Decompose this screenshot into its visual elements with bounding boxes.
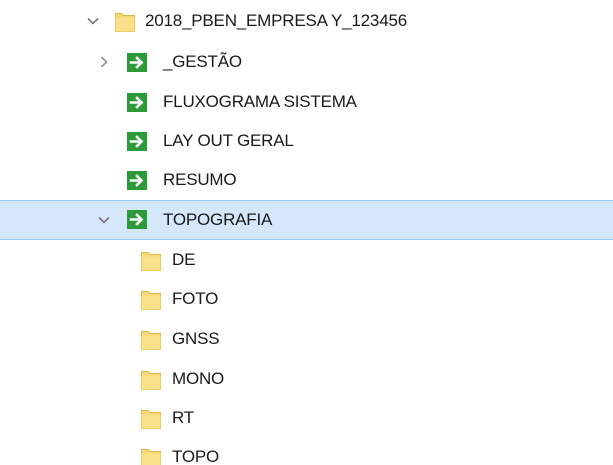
tree-item-label: RT — [172, 408, 194, 427]
tree-item-label: FLUXOGRAMA SISTEMA — [163, 92, 357, 111]
tree-item-gnss[interactable]: GNSS — [0, 320, 613, 358]
shortcut-icon — [127, 53, 147, 72]
tree-item-fluxograma-sistema[interactable]: FLUXOGRAMA SISTEMA — [0, 83, 613, 121]
tree-item-label: RESUMO — [163, 170, 237, 189]
tree-item-label: DE — [172, 250, 196, 269]
tree-item-label: LAY OUT GERAL — [163, 131, 294, 150]
tree-item-label: GNSS — [172, 329, 220, 348]
tree-item-topo[interactable]: TOPO — [0, 438, 613, 465]
shortcut-icon — [127, 93, 147, 112]
tree-item-resumo[interactable]: RESUMO — [0, 161, 613, 199]
shortcut-icon — [127, 210, 147, 229]
tree-item-label: 2018_PBEN_EMPRESA Y_123456 — [145, 11, 407, 30]
shortcut-icon — [127, 132, 147, 151]
folder-icon — [141, 369, 161, 390]
folder-icon — [115, 11, 135, 32]
folder-icon — [141, 289, 161, 310]
tree-item-label: TOPOGRAFIA — [163, 210, 273, 229]
tree-item-label: _GESTÃO — [163, 52, 242, 71]
tree-item-rt[interactable]: RT — [0, 399, 613, 437]
chevron-down-icon[interactable] — [86, 14, 100, 28]
tree-item-foto[interactable]: FOTO — [0, 280, 613, 318]
tree-item-topografia[interactable]: TOPOGRAFIA — [0, 200, 613, 240]
tree-item-gestao[interactable]: _GESTÃO — [0, 43, 613, 81]
folder-icon — [141, 447, 161, 465]
chevron-down-icon[interactable] — [97, 213, 111, 227]
folder-tree: 2018_PBEN_EMPRESA Y_123456 _GESTÃO FLUXO… — [0, 0, 613, 465]
folder-icon — [141, 250, 161, 271]
tree-item-mono[interactable]: MONO — [0, 360, 613, 398]
tree-item-lay-out-geral[interactable]: LAY OUT GERAL — [0, 122, 613, 160]
tree-item-label: FOTO — [172, 289, 219, 308]
folder-icon — [141, 408, 161, 429]
tree-item-label: MONO — [172, 369, 225, 388]
folder-icon — [141, 329, 161, 350]
shortcut-icon — [127, 171, 147, 190]
chevron-right-icon[interactable] — [97, 55, 111, 69]
tree-item-root-folder[interactable]: 2018_PBEN_EMPRESA Y_123456 — [0, 2, 613, 40]
tree-item-de[interactable]: DE — [0, 241, 613, 279]
tree-item-label: TOPO — [172, 447, 220, 465]
